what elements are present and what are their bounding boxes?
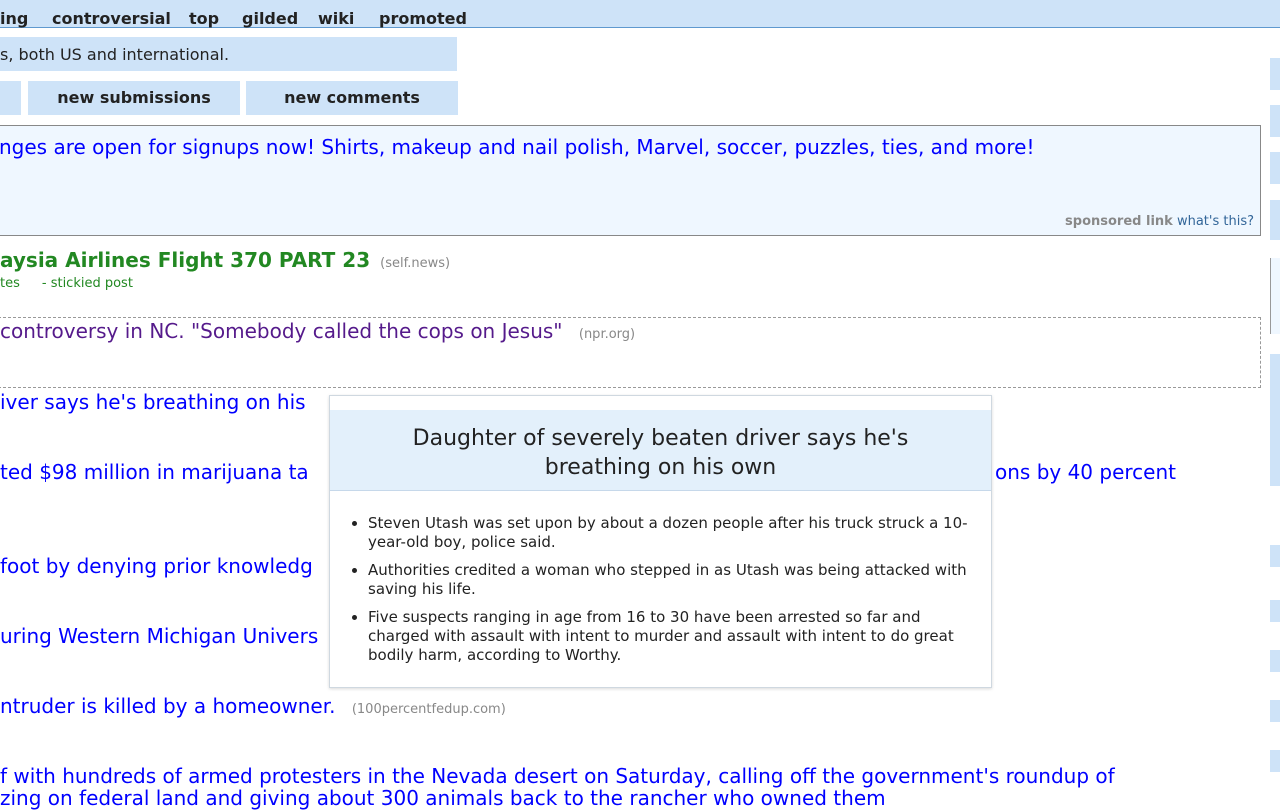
summary-popup: Daughter of severely beaten driver says …: [329, 395, 992, 688]
sidebar-strip: [1270, 200, 1280, 240]
summary-bullet: Five suspects ranging in age from 16 to …: [368, 608, 986, 665]
sidebar-box: [1270, 258, 1280, 334]
sponsored-ad: nges are open for signups now! Shirts, m…: [0, 125, 1261, 236]
partial-button[interactable]: [0, 81, 21, 115]
post-title-tail[interactable]: ons by 40 percent: [995, 460, 1176, 484]
sidebar-strip: [1270, 650, 1280, 672]
post-title[interactable]: foot by denying prior knowledg: [0, 554, 313, 578]
summary-popup-header: Daughter of severely beaten driver says …: [330, 410, 991, 491]
sticky-post-title[interactable]: aysia Airlines Flight 370 PART 23 (self.n…: [0, 248, 450, 272]
post-title[interactable]: controversy in NC. "Somebody called the …: [0, 319, 635, 343]
sidebar-strip: [1270, 600, 1280, 622]
tab-top[interactable]: top: [189, 9, 219, 28]
sticky-meta-votes: tes: [0, 276, 20, 291]
post-domain[interactable]: (npr.org): [579, 327, 635, 342]
post-title[interactable]: iver says he's breathing on his: [0, 390, 306, 414]
post-domain[interactable]: (100percentfedup.com): [352, 702, 506, 717]
sticky-post-meta: tes - stickied post: [0, 276, 133, 291]
sidebar-strip: [1270, 545, 1280, 567]
tab-promoted[interactable]: promoted: [379, 9, 467, 28]
summary-list: Steven Utash was set upon by about a doz…: [348, 514, 986, 674]
ad-link[interactable]: nges are open for signups now! Shirts, m…: [0, 135, 1034, 159]
summary-bullet: Steven Utash was set upon by about a doz…: [368, 514, 986, 552]
sidebar-strip: [1270, 750, 1280, 772]
post-title[interactable]: ntruder is killed by a homeowner. (100pe…: [0, 694, 506, 718]
sidebar-strip: [1270, 700, 1280, 722]
post-title-line2[interactable]: zing on federal land and giving about 30…: [0, 786, 886, 810]
subreddit-description-text: s, both US and international.: [0, 45, 230, 64]
post-title-text[interactable]: ntruder is killed by a homeowner.: [0, 694, 335, 718]
sidebar-strip: [1270, 354, 1280, 486]
post-title-text[interactable]: controversy in NC. "Somebody called the …: [0, 319, 563, 343]
tab-rising[interactable]: ing: [0, 9, 28, 28]
sidebar-strip: [1270, 105, 1280, 137]
tab-controversial[interactable]: controversial: [52, 9, 171, 28]
header-tab-bar: ing controversial top gilded wiki promot…: [0, 0, 1280, 28]
sticky-post-title-text[interactable]: aysia Airlines Flight 370 PART 23: [0, 248, 370, 272]
post-title[interactable]: f with hundreds of armed protesters in t…: [0, 764, 1115, 788]
tab-wiki[interactable]: wiki: [318, 9, 354, 28]
subreddit-description: s, both US and international.: [0, 37, 457, 71]
new-submissions-button[interactable]: new submissions: [28, 81, 240, 115]
sidebar-strip: [1270, 58, 1280, 90]
sidebar-strip: [1270, 152, 1280, 184]
summary-popup-title: Daughter of severely beaten driver says …: [412, 426, 909, 480]
sticky-post-domain[interactable]: (self.news): [380, 256, 450, 271]
post-title[interactable]: ted $98 million in marijuana ta: [0, 460, 309, 484]
whats-this-link[interactable]: what's this?: [1177, 214, 1254, 229]
ad-footer: sponsored link what's this?: [1065, 214, 1254, 229]
sponsored-label: sponsored link: [1065, 214, 1173, 229]
stickied-label: - stickied post: [41, 276, 133, 291]
post-title[interactable]: uring Western Michigan Univers: [0, 624, 318, 648]
tab-gilded[interactable]: gilded: [242, 9, 298, 28]
summary-bullet: Authorities credited a woman who stepped…: [368, 561, 986, 599]
new-comments-button[interactable]: new comments: [246, 81, 458, 115]
